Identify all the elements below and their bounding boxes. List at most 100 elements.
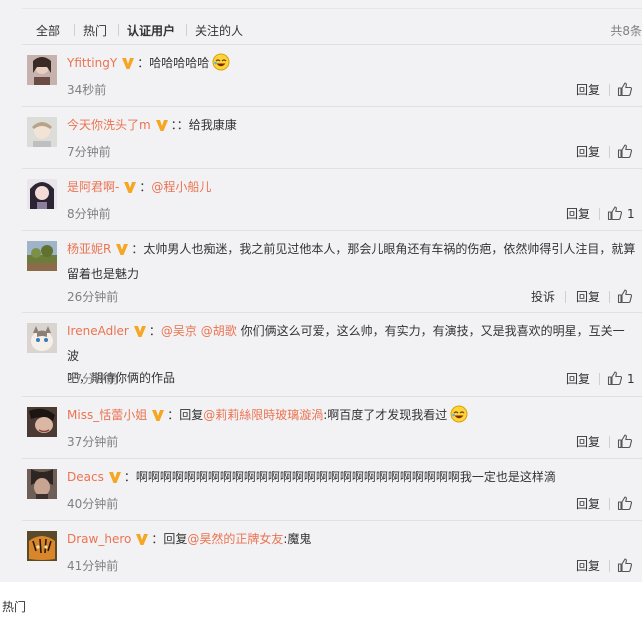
comment-username[interactable]: 今天你洗头了m [67, 118, 151, 132]
comment-content: Deacs ：啊啊啊啊啊啊啊啊啊啊啊啊啊啊啊啊啊啊啊啊啊啊啊啊啊啊啊我一定也是这样… [67, 466, 636, 491]
comment-actions: 投诉 回复 [531, 288, 636, 308]
avatar[interactable] [27, 323, 57, 353]
verified-badge-icon [151, 407, 165, 429]
comment-actions: 回复 [576, 143, 636, 163]
comment-content: 杨亚妮R ：太帅男人也痴迷，我之前见过他本人，那会儿眼角还有车祸的伤疤，依然帅得引… [67, 241, 636, 281]
laugh-emoji-icon [212, 53, 230, 78]
comment-item: 是阿君啊- ：@程小船儿 8分钟前 回复 1 [22, 168, 642, 231]
reply-button[interactable]: 回复 [576, 81, 600, 99]
like-thumb-icon[interactable] [617, 495, 633, 514]
comment-text: 啊啊啊啊啊啊啊啊啊啊啊啊啊啊啊啊啊啊啊啊啊啊啊啊啊啊啊我一定也是这样滴 [135, 470, 556, 484]
avatar[interactable] [27, 469, 57, 499]
reply-prefix: 回复 [179, 408, 204, 422]
mention-link[interactable]: @昊然的正牌女友 [187, 532, 283, 546]
comment-item: YfittingY ：哈哈哈哈哈 34秒前 回复 [22, 44, 642, 107]
comment-content: Draw_hero ：回复@昊然的正牌女友:魔鬼 [67, 528, 636, 553]
action-divider [609, 291, 610, 303]
avatar[interactable] [27, 179, 57, 209]
comment-time: 26分钟前 [67, 290, 119, 304]
mention-link[interactable]: @胡歌 [201, 324, 237, 338]
comment-text: 哈哈哈哈哈 [149, 56, 210, 70]
comment-actions: 回复 [576, 81, 636, 101]
comment-item: 杨亚妮R ：太帅男人也痴迷，我之前见过他本人，那会儿眼角还有车祸的伤疤，依然帅得引… [22, 230, 642, 313]
comment-content: Miss_恬蕾小姐 ：回复@莉莉絲限時玻璃漩渦:啊百度了才发现我看过 [67, 404, 636, 430]
action-divider [599, 373, 600, 385]
avatar[interactable] [27, 407, 57, 437]
tab-following[interactable]: 关注的人 [195, 22, 243, 39]
comment-text: ：给我康康 [176, 118, 237, 132]
verified-badge-icon [135, 531, 149, 553]
reply-button[interactable]: 回复 [576, 143, 600, 161]
comment-actions: 回复 1 [566, 370, 636, 390]
verified-badge-icon [108, 469, 122, 491]
verified-badge-icon [155, 117, 169, 139]
comment-text: 留着也是魅力 [67, 267, 140, 281]
comment-time: 34秒前 [67, 83, 107, 97]
comment-item: Miss_恬蕾小姐 ：回复@莉莉絲限時玻璃漩渦:啊百度了才发现我看过 37分钟前 … [22, 396, 642, 459]
reply-button[interactable]: 回复 [576, 433, 600, 451]
action-divider [609, 498, 610, 510]
mention-link[interactable]: @吴京 [161, 324, 197, 338]
comment-username[interactable]: 杨亚妮R [67, 242, 111, 256]
comment-text: 太帅男人也痴迷，我之前见过他本人，那会儿眼角还有车祸的伤疤，依然帅得引人注目，就… [143, 242, 636, 256]
like-thumb-icon[interactable] [607, 205, 623, 224]
comment-text: :啊百度了才发现我看过 [323, 408, 448, 422]
comment-actions: 回复 [576, 557, 636, 577]
comment-username[interactable]: Deacs [67, 470, 104, 484]
tab-hot[interactable]: 热门 [83, 22, 107, 39]
like-thumb-icon[interactable] [617, 557, 633, 576]
comment-item: 今天你洗头了m ：：给我康康 7分钟前 回复 [22, 106, 642, 169]
verified-badge-icon [121, 55, 135, 77]
comment-time: 41分钟前 [67, 559, 119, 573]
comment-item: Deacs ：啊啊啊啊啊啊啊啊啊啊啊啊啊啊啊啊啊啊啊啊啊啊啊啊啊啊啊我一定也是这样… [22, 458, 642, 521]
like-thumb-icon[interactable] [617, 81, 633, 100]
tab-divider [118, 24, 119, 36]
tab-all[interactable]: 全部 [36, 22, 60, 39]
comment-time: 37分钟前 [67, 372, 119, 386]
reply-button[interactable]: 回复 [576, 288, 600, 306]
comment-time: 40分钟前 [67, 497, 119, 511]
like-thumb-icon[interactable] [617, 288, 633, 307]
laugh-emoji-icon [450, 405, 468, 430]
mention-link[interactable]: @莉莉絲限時玻璃漩渦 [203, 408, 323, 422]
comment-content: YfittingY ：哈哈哈哈哈 [67, 52, 636, 78]
comment-username[interactable]: YfittingY [67, 56, 117, 70]
comment-time: 37分钟前 [67, 435, 119, 449]
comment-username[interactable]: Draw_hero [67, 532, 131, 546]
comment-time: 7分钟前 [67, 145, 111, 159]
avatar[interactable] [27, 55, 57, 85]
comment-content: IreneAdler ：@吴京 @胡歌 你们俩这么可爱，这么帅，有实力，有演技，又… [67, 324, 625, 385]
avatar[interactable] [27, 531, 57, 561]
action-divider [609, 146, 610, 158]
like-thumb-icon[interactable] [607, 370, 623, 389]
verified-badge-icon [123, 179, 137, 201]
comment-username[interactable]: IreneAdler [67, 324, 129, 338]
comment-username[interactable]: 是阿君啊- [67, 180, 119, 194]
like-thumb-icon[interactable] [617, 433, 633, 452]
comment-item: IreneAdler ：@吴京 @胡歌 你们俩这么可爱，这么帅，有实力，有演技，又… [22, 312, 642, 397]
like-count: 1 [627, 372, 635, 386]
comment-username[interactable]: Miss_恬蕾小姐 [67, 408, 147, 422]
avatar[interactable] [27, 117, 57, 147]
action-divider [609, 84, 610, 96]
comment-actions: 回复 [576, 495, 636, 515]
report-button[interactable]: 投诉 [531, 288, 555, 306]
verified-badge-icon [115, 241, 129, 263]
tab-divider [186, 24, 187, 36]
like-count: 1 [627, 207, 635, 221]
reply-button[interactable]: 回复 [566, 205, 590, 223]
tab-verified-users[interactable]: 认证用户 [127, 22, 175, 39]
action-divider [609, 560, 610, 572]
mention-link[interactable]: @程小船儿 [151, 180, 211, 194]
comment-total-count: 共8条 [610, 24, 642, 38]
reply-button[interactable]: 回复 [576, 495, 600, 513]
reply-prefix: 回复 [163, 532, 188, 546]
tab-divider [74, 24, 75, 36]
avatar[interactable] [27, 241, 57, 271]
reply-button[interactable]: 回复 [576, 557, 600, 575]
comment-panel: 全部 热门 认证用户 关注的人 共8条 YfittingY ：哈哈哈哈哈 34秒前… [0, 0, 642, 582]
comment-text: :魔鬼 [283, 532, 312, 546]
like-thumb-icon[interactable] [617, 143, 633, 162]
reply-button[interactable]: 回复 [566, 370, 590, 388]
comment-item: Draw_hero ：回复@昊然的正牌女友:魔鬼 41分钟前 回复 [22, 520, 642, 583]
